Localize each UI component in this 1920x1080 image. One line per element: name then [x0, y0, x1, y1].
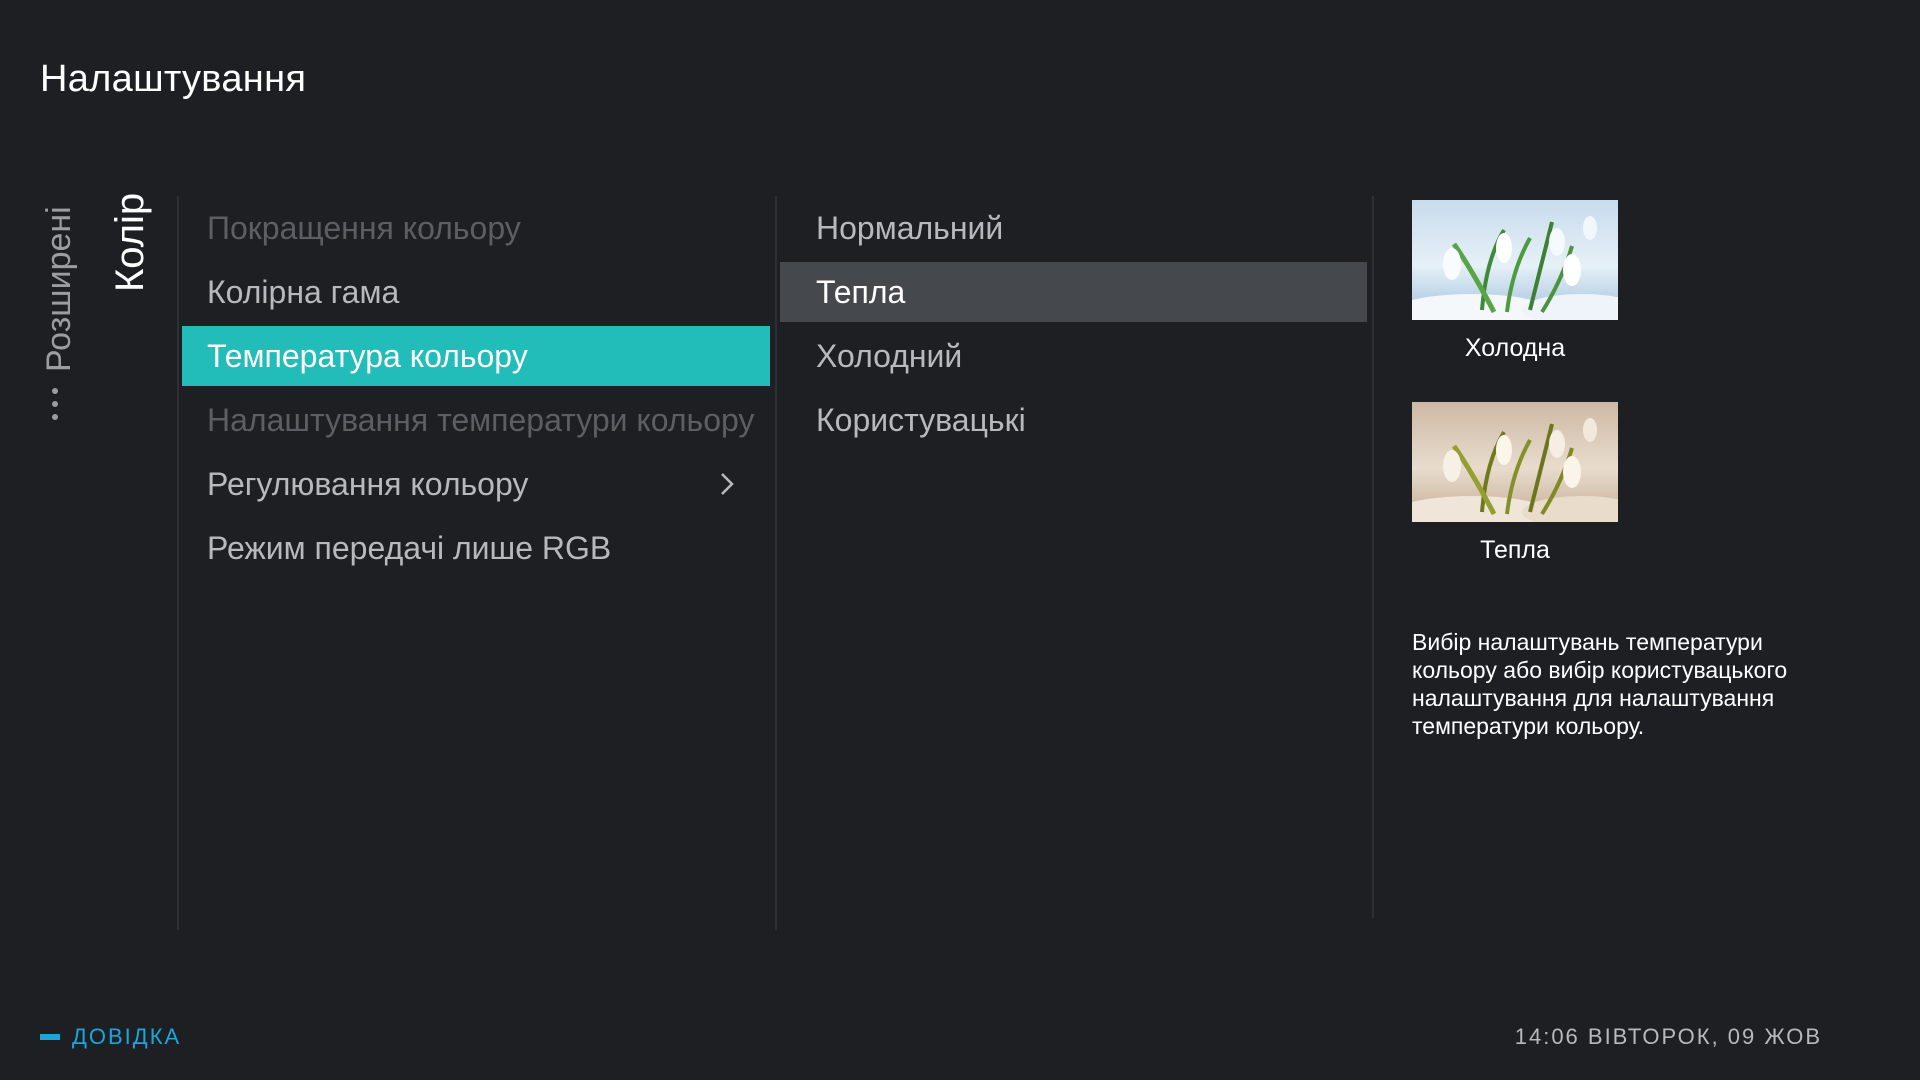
- help-description: Вибір налаштувань температури кольору аб…: [1412, 629, 1788, 739]
- option-custom[interactable]: Користувацькі: [780, 390, 1367, 450]
- option-normal[interactable]: Нормальний: [780, 198, 1367, 258]
- clock-date: 14:06 ВІВТОРОК, 09 ЖОВ: [1514, 1024, 1822, 1049]
- preview-warm: Тепла: [1412, 402, 1618, 565]
- option-cool[interactable]: Холодний: [780, 326, 1367, 386]
- page-title: Налаштування: [40, 58, 307, 100]
- option-label: Нормальний: [816, 209, 1004, 246]
- menu-item-label: Налаштування температури кольору: [207, 401, 755, 438]
- settings-menu: Покращення кольору Колірна гама Температ…: [182, 198, 770, 582]
- menu-item-color-temperature-settings[interactable]: Налаштування температури кольору: [182, 390, 770, 450]
- option-label: Тепла: [816, 273, 906, 310]
- column-divider-left: [177, 196, 179, 930]
- option-label: Холодний: [816, 337, 963, 374]
- color-temperature-options: Нормальний Тепла Холодний Користувацькі: [780, 198, 1367, 454]
- menu-item-label: Регулювання кольору: [207, 465, 529, 502]
- option-warm[interactable]: Тепла: [780, 262, 1367, 322]
- preview-cool-caption: Холодна: [1464, 334, 1566, 362]
- snowdrop-cool-image: [1412, 200, 1618, 320]
- help-button[interactable]: ДОВІДКА: [40, 1024, 181, 1050]
- help-label: ДОВІДКА: [72, 1024, 182, 1049]
- option-label: Користувацькі: [816, 401, 1026, 438]
- breadcrumb-current: Колір: [108, 192, 152, 292]
- menu-item-color-temperature[interactable]: Температура кольору: [182, 326, 770, 386]
- breadcrumb-previous[interactable]: Розширені: [40, 206, 79, 372]
- more-dots-icon: [52, 388, 60, 420]
- chevron-right-icon: [721, 473, 734, 495]
- settings-screen: Налаштування Розширені Колір Покращення …: [0, 0, 1920, 1080]
- preview-cool: Холодна: [1412, 200, 1618, 363]
- column-divider-middle: [775, 196, 777, 930]
- menu-item-color-enhancement[interactable]: Покращення кольору: [182, 198, 770, 258]
- menu-item-color-gamut[interactable]: Колірна гама: [182, 262, 770, 322]
- column-divider-right: [1372, 196, 1374, 918]
- menu-item-color-control[interactable]: Регулювання кольору: [182, 454, 770, 514]
- menu-item-label: Режим передачі лише RGB: [207, 529, 612, 566]
- menu-item-label: Температура кольору: [207, 337, 528, 374]
- menu-item-rgb-only-mode[interactable]: Режим передачі лише RGB: [182, 518, 770, 578]
- blue-key-icon: [40, 1034, 60, 1040]
- snowdrop-warm-image: [1412, 402, 1618, 522]
- preview-warm-caption: Тепла: [1480, 536, 1550, 564]
- menu-item-label: Покращення кольору: [207, 209, 521, 246]
- menu-item-label: Колірна гама: [207, 273, 400, 310]
